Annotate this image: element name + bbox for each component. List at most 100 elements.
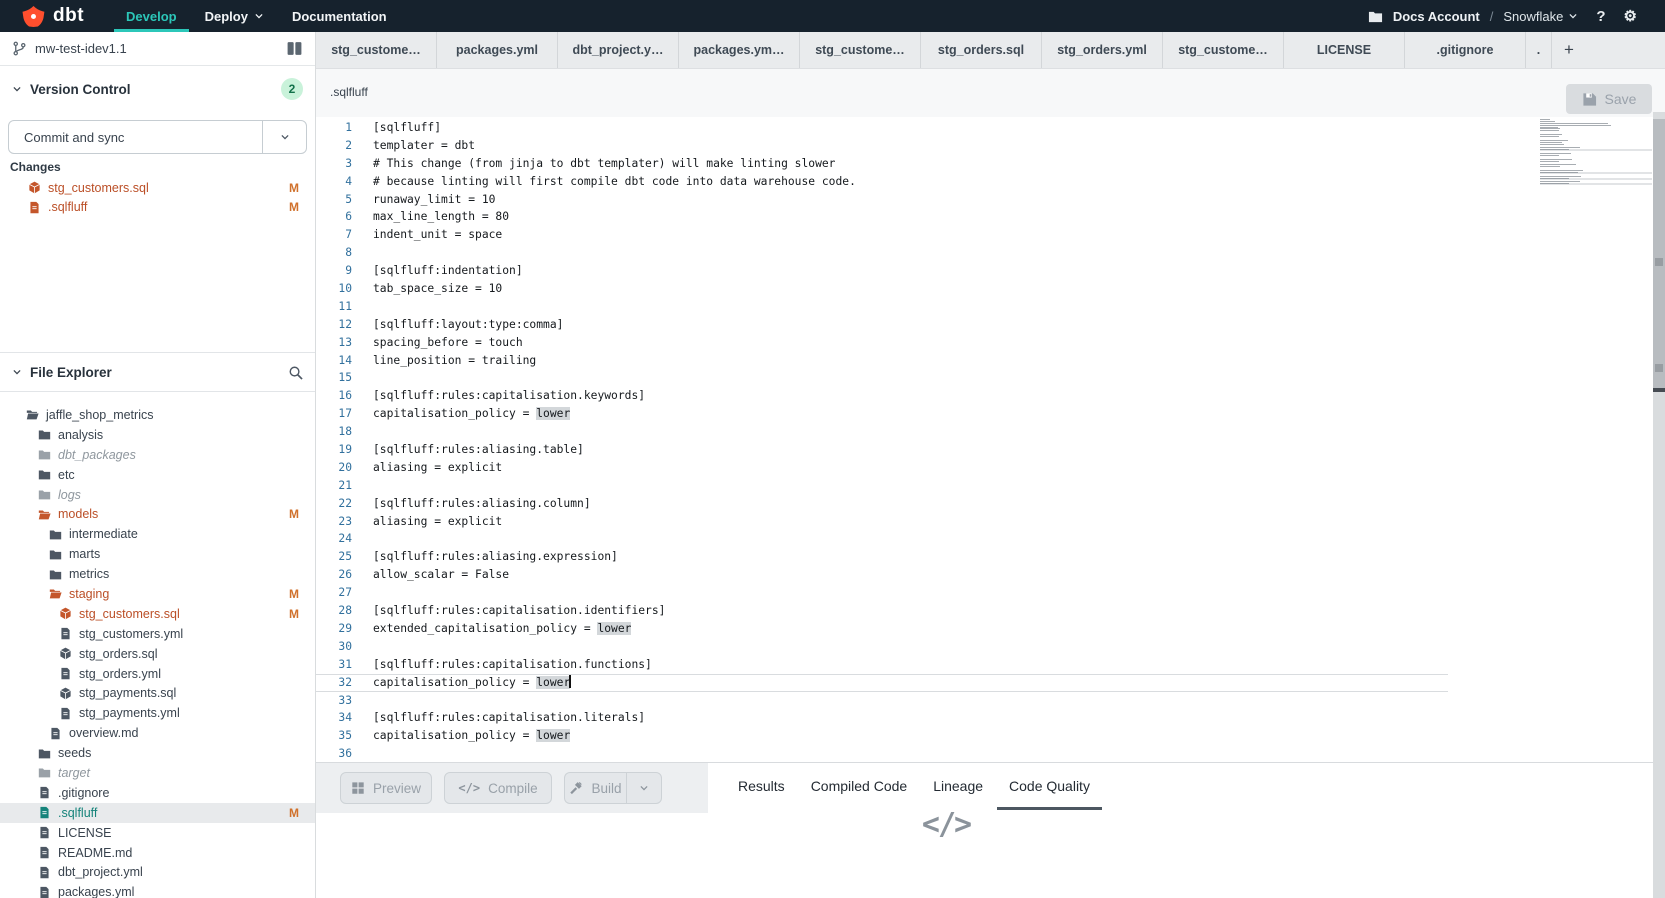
code-line[interactable]: 20 aliasing = explicit xyxy=(316,459,1448,477)
file-tab[interactable]: packages.ym… xyxy=(679,32,800,68)
tree-item[interactable]: marts xyxy=(0,544,315,564)
nav-item-documentation[interactable]: Documentation xyxy=(278,0,401,32)
result-tab[interactable]: Code Quality xyxy=(997,763,1102,809)
code-line[interactable]: 25 [sqlfluff:rules:aliasing.expression] xyxy=(316,548,1448,566)
code-line[interactable]: 3 # This change (from jinja to dbt templ… xyxy=(316,155,1448,173)
file-tab[interactable]: .gitignore xyxy=(1405,32,1526,68)
nav-item-develop[interactable]: Develop xyxy=(112,0,191,32)
file-tab[interactable]: LICENSE xyxy=(1284,32,1405,68)
code-line[interactable]: 13 spacing_before = touch xyxy=(316,334,1448,352)
tree-item[interactable]: LICENSE xyxy=(0,823,315,843)
file-tab[interactable]: stg_orders.yml xyxy=(1042,32,1163,68)
tree-item[interactable]: .sqlfluff M xyxy=(0,803,315,823)
commit-options-dropdown[interactable] xyxy=(262,121,306,153)
code-line[interactable]: 10 tab_space_size = 10 xyxy=(316,280,1448,298)
tree-item[interactable]: stg_payments.yml xyxy=(0,703,315,723)
tree-item[interactable]: README.md xyxy=(0,843,315,863)
code-line[interactable]: 31 [sqlfluff:rules:capitalisation.functi… xyxy=(316,656,1448,674)
code-line[interactable]: 5 runaway_limit = 10 xyxy=(316,191,1448,209)
tree-item[interactable]: target xyxy=(0,763,315,783)
file-tab[interactable]: stg_orders.sql xyxy=(921,32,1042,68)
file-tab[interactable]: dbt_project.y… xyxy=(558,32,679,68)
code-line[interactable]: 1 [sqlfluff] xyxy=(316,119,1448,137)
changed-file-row[interactable]: .sqlfluff M xyxy=(0,198,315,218)
code-line[interactable]: 30 xyxy=(316,638,1448,656)
file-tab[interactable]: . xyxy=(1526,32,1552,68)
code-line[interactable]: 18 xyxy=(316,423,1448,441)
preview-button[interactable]: Preview xyxy=(340,772,432,804)
layout-columns-icon[interactable] xyxy=(286,40,303,57)
build-options-dropdown[interactable] xyxy=(626,772,662,804)
tree-item[interactable]: stg_payments.sql xyxy=(0,683,315,703)
tree-item[interactable]: dbt_packages xyxy=(0,445,315,465)
tree-item[interactable]: models M xyxy=(0,504,315,524)
code-line[interactable]: 14 line_position = trailing xyxy=(316,352,1448,370)
code-line[interactable]: 22 [sqlfluff:rules:aliasing.column] xyxy=(316,495,1448,513)
code-line[interactable]: 26 allow_scalar = False xyxy=(316,566,1448,584)
file-tab[interactable]: stg_custome… xyxy=(800,32,921,68)
file-tab[interactable]: packages.yml xyxy=(437,32,558,68)
code-line[interactable]: 32 capitalisation_policy = lower xyxy=(316,674,1448,692)
tree-item[interactable]: stg_customers.sql M xyxy=(0,604,315,624)
code-editor[interactable]: 1 [sqlfluff] 2 templater = dbt 3 # This … xyxy=(316,117,1448,762)
changed-file-row[interactable]: stg_customers.sql M xyxy=(0,178,315,198)
tree-item[interactable]: etc xyxy=(0,465,315,485)
account-name[interactable]: Docs Account xyxy=(1393,9,1480,24)
code-line[interactable]: 7 indent_unit = space xyxy=(316,226,1448,244)
minimap[interactable] xyxy=(1540,119,1612,187)
tree-item[interactable]: dbt_project.yml xyxy=(0,862,315,882)
code-line[interactable]: 11 xyxy=(316,298,1448,316)
search-icon[interactable] xyxy=(288,365,303,380)
tree-item[interactable]: stg_orders.sql xyxy=(0,644,315,664)
code-line[interactable]: 19 [sqlfluff:rules:aliasing.table] xyxy=(316,441,1448,459)
code-line[interactable]: 4 # because linting will first compile d… xyxy=(316,173,1448,191)
tree-item[interactable]: staging M xyxy=(0,584,315,604)
code-line[interactable]: 35 capitalisation_policy = lower xyxy=(316,727,1448,745)
code-line[interactable]: 17 capitalisation_policy = lower xyxy=(316,405,1448,423)
help-icon[interactable]: ? xyxy=(1596,8,1605,25)
code-line[interactable]: 12 [sqlfluff:layout:type:comma] xyxy=(316,316,1448,334)
scrollbar-thumb[interactable] xyxy=(1653,119,1665,390)
tree-item[interactable]: .gitignore xyxy=(0,783,315,803)
tree-item[interactable]: logs xyxy=(0,485,315,505)
nav-item-deploy[interactable]: Deploy xyxy=(191,0,278,32)
commit-and-sync-button[interactable]: Commit and sync xyxy=(8,120,307,154)
version-control-header[interactable]: Version Control 2 xyxy=(0,66,315,112)
code-line[interactable]: 16 [sqlfluff:rules:capitalisation.keywor… xyxy=(316,387,1448,405)
code-line[interactable]: 34 [sqlfluff:rules:capitalisation.litera… xyxy=(316,709,1448,727)
save-button[interactable]: Save xyxy=(1566,84,1652,114)
tree-item[interactable]: intermediate xyxy=(0,524,315,544)
tree-item[interactable]: seeds xyxy=(0,743,315,763)
file-explorer-header[interactable]: File Explorer xyxy=(0,352,315,392)
code-line[interactable]: 29 extended_capitalisation_policy = lowe… xyxy=(316,620,1448,638)
code-line[interactable]: 8 xyxy=(316,244,1448,262)
tree-item[interactable]: stg_customers.yml xyxy=(0,624,315,644)
code-line[interactable]: 23 aliasing = explicit xyxy=(316,513,1448,531)
compile-button[interactable]: </> Compile xyxy=(444,772,552,804)
result-tab[interactable]: Lineage xyxy=(921,763,995,809)
dbt-logo[interactable]: dbt xyxy=(0,0,84,32)
code-line[interactable]: 15 xyxy=(316,369,1448,387)
result-tab[interactable]: Compiled Code xyxy=(799,763,920,809)
file-tab[interactable]: stg_custome… xyxy=(1163,32,1284,68)
new-tab-button[interactable]: + xyxy=(1552,32,1586,68)
code-line[interactable]: 2 templater = dbt xyxy=(316,137,1448,155)
editor-scrollbar[interactable] xyxy=(1653,112,1665,898)
code-line[interactable]: 21 xyxy=(316,477,1448,495)
tree-item[interactable]: analysis xyxy=(0,425,315,445)
tree-item[interactable]: stg_orders.yml xyxy=(0,664,315,684)
code-line[interactable]: 9 [sqlfluff:indentation] xyxy=(316,262,1448,280)
code-line[interactable]: 36 xyxy=(316,745,1448,762)
connection-selector[interactable]: Snowflake xyxy=(1503,9,1578,24)
code-line[interactable]: 27 xyxy=(316,584,1448,602)
code-line[interactable]: 28 [sqlfluff:rules:capitalisation.identi… xyxy=(316,602,1448,620)
tree-item[interactable]: overview.md xyxy=(0,723,315,743)
code-line[interactable]: 33 xyxy=(316,692,1448,710)
gear-icon[interactable]: ⚙ xyxy=(1624,7,1637,25)
result-tab[interactable]: Results xyxy=(726,763,797,809)
code-line[interactable]: 6 max_line_length = 80 xyxy=(316,208,1448,226)
tree-item[interactable]: packages.yml xyxy=(0,882,315,898)
code-line[interactable]: 24 xyxy=(316,530,1448,548)
build-button[interactable]: Build xyxy=(564,772,626,804)
git-branch-selector[interactable]: mw-test-idev1.1 xyxy=(0,32,315,66)
